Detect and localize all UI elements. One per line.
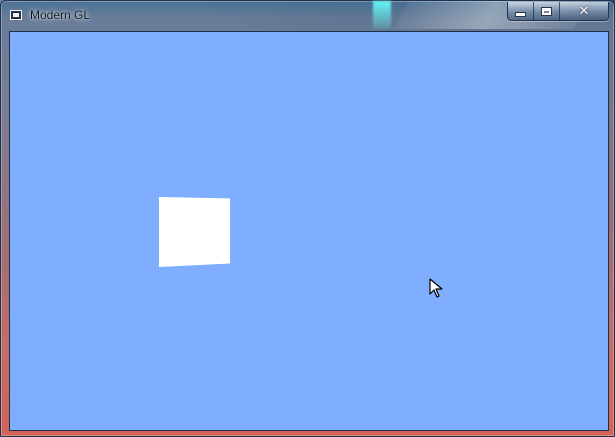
modern-gl-window: Modern GL ✕ <box>0 0 615 437</box>
opengl-viewport[interactable] <box>9 31 609 431</box>
maximize-icon <box>541 6 552 16</box>
close-button[interactable]: ✕ <box>560 2 608 20</box>
minimize-icon <box>515 11 526 17</box>
close-icon: ✕ <box>578 2 590 18</box>
app-window-icon <box>10 10 22 20</box>
desktop-background: Modern GL ✕ <box>0 0 615 437</box>
window-title: Modern GL <box>30 8 91 22</box>
maximize-button[interactable] <box>534 2 560 20</box>
window-titlebar[interactable]: Modern GL ✕ <box>1 1 614 30</box>
white-rendered-quad <box>159 197 230 267</box>
mouse-pointer-icon <box>429 278 443 298</box>
minimize-button[interactable] <box>508 2 534 20</box>
window-controls: ✕ <box>507 2 609 21</box>
